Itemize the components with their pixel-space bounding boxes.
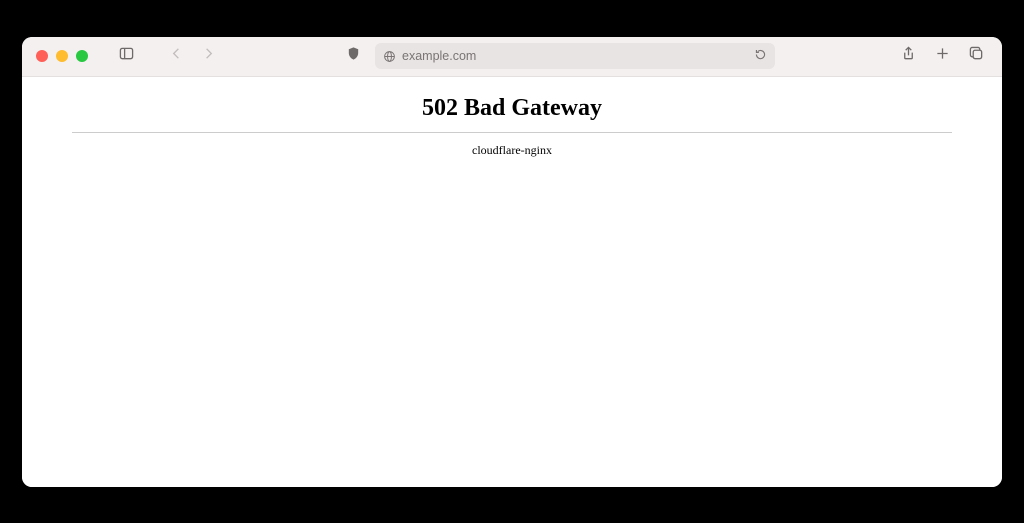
reload-icon — [754, 50, 767, 64]
plus-icon — [935, 46, 950, 66]
address-bar-url: example.com — [402, 49, 748, 63]
tabs-icon — [969, 46, 984, 66]
error-heading: 502 Bad Gateway — [72, 95, 952, 122]
browser-toolbar: example.com — [22, 37, 1002, 77]
website-settings-icon — [383, 50, 396, 63]
page-content: 502 Bad Gateway cloudflare-nginx — [22, 77, 1002, 487]
browser-window: example.com — [22, 37, 1002, 487]
share-icon — [901, 46, 916, 66]
sidebar-icon — [119, 46, 134, 66]
new-tab-button[interactable] — [930, 44, 954, 68]
address-bar[interactable]: example.com — [375, 43, 775, 69]
chevron-left-icon — [169, 46, 184, 66]
window-controls — [36, 50, 88, 62]
forward-button[interactable] — [196, 44, 220, 68]
minimize-window-button[interactable] — [56, 50, 68, 62]
fullscreen-window-button[interactable] — [76, 50, 88, 62]
tab-overview-button[interactable] — [964, 44, 988, 68]
back-button[interactable] — [164, 44, 188, 68]
privacy-report-button[interactable] — [341, 44, 365, 68]
chevron-right-icon — [201, 46, 216, 66]
close-window-button[interactable] — [36, 50, 48, 62]
reload-button[interactable] — [754, 48, 767, 64]
shield-icon — [346, 46, 361, 66]
share-button[interactable] — [896, 44, 920, 68]
horizontal-rule — [72, 132, 952, 133]
toolbar-right-group — [896, 44, 988, 68]
server-identifier: cloudflare-nginx — [72, 143, 952, 158]
sidebar-toggle-button[interactable] — [114, 44, 138, 68]
